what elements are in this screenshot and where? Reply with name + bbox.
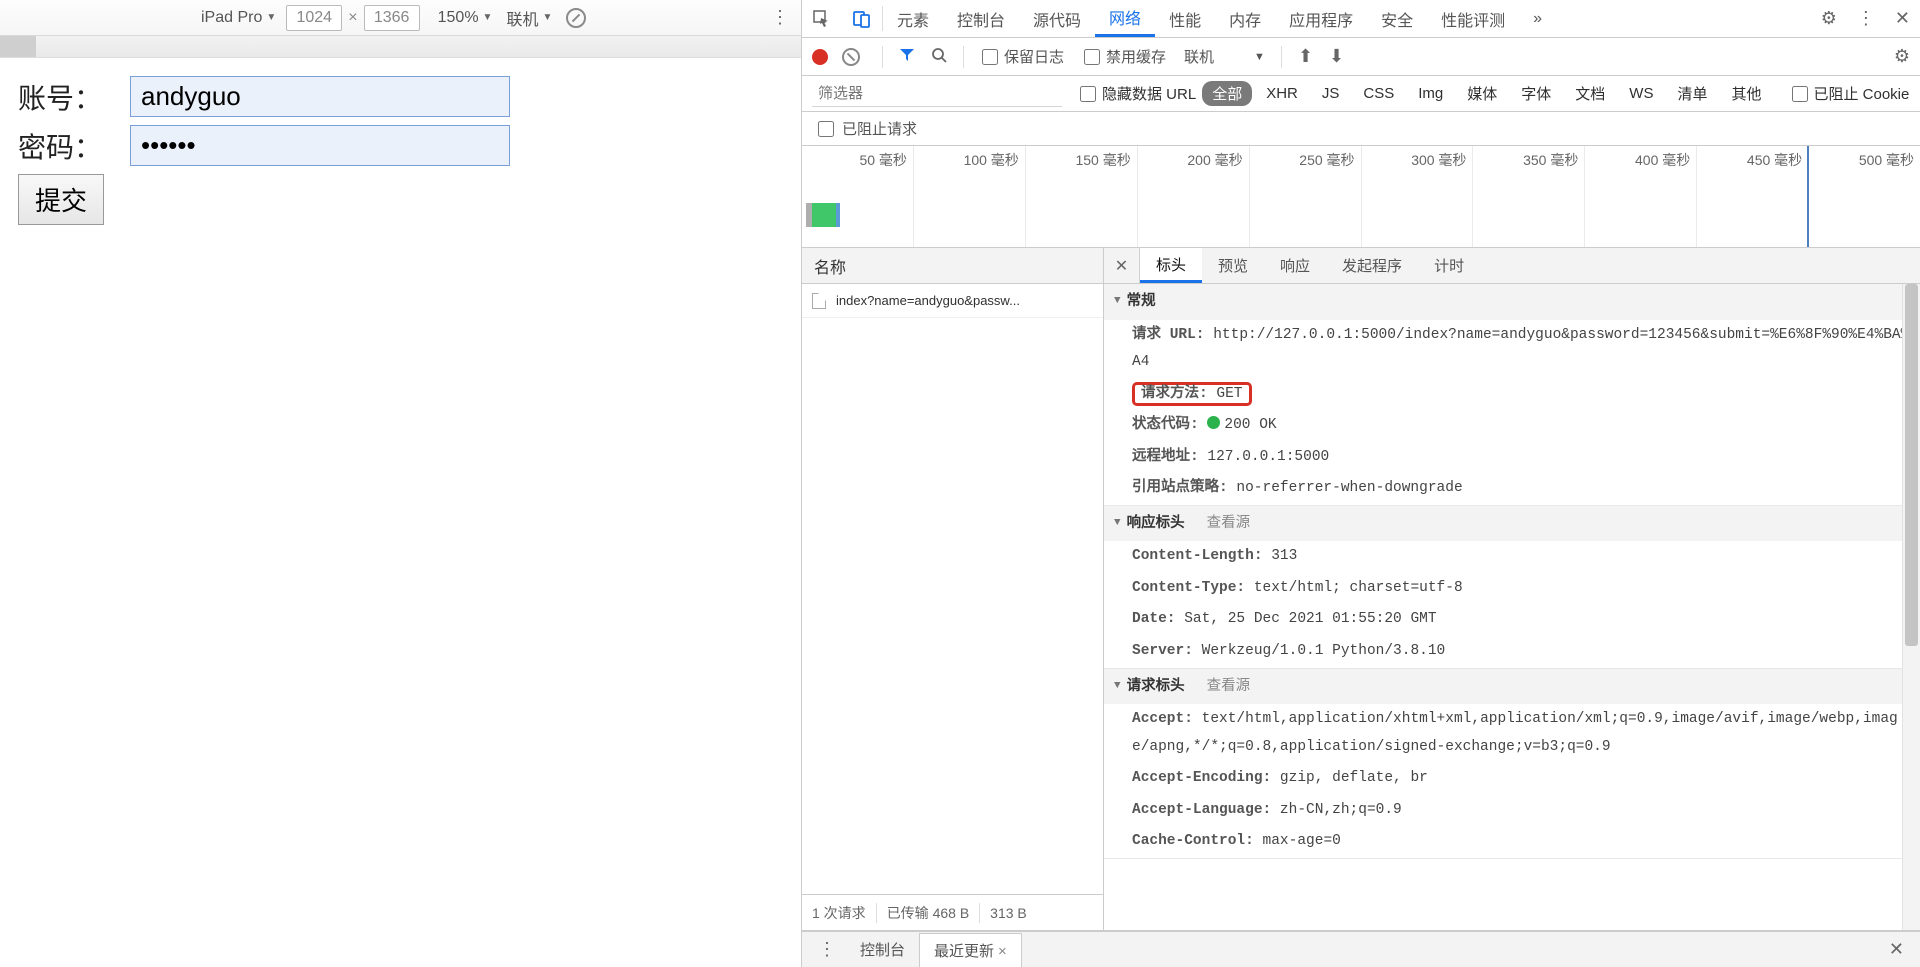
blocked-requests-label: 已阻止请求 <box>842 118 917 139</box>
timeline-label: 200 毫秒 <box>1187 150 1242 170</box>
drawer-tab-close-icon[interactable]: × <box>998 943 1007 960</box>
scrollbar[interactable] <box>1902 284 1920 930</box>
account-label: 账号： <box>18 77 130 117</box>
timeline[interactable]: 50 毫秒 100 毫秒 150 毫秒 200 毫秒 250 毫秒 300 毫秒 350 毫… <box>802 146 1920 248</box>
height-input[interactable]: 1366 <box>364 5 420 31</box>
detail-tab-响应[interactable]: 响应 <box>1264 248 1326 283</box>
search-icon[interactable] <box>931 47 947 67</box>
filter-chip-媒体[interactable]: 媒体 <box>1457 81 1507 106</box>
detail-tabs: ✕ 标头预览响应发起程序计时 <box>1104 248 1920 284</box>
timeline-label: 300 毫秒 <box>1411 150 1466 170</box>
submit-button[interactable]: 提交 <box>18 174 104 225</box>
detail-tab-计时[interactable]: 计时 <box>1418 248 1480 283</box>
timeline-label: 250 毫秒 <box>1299 150 1354 170</box>
drawer-tab-最近更新[interactable]: 最近更新× <box>919 933 1022 967</box>
filter-chip-WS[interactable]: WS <box>1619 83 1663 104</box>
detail-pane: ✕ 标头预览响应发起程序计时 ▼常规请求 URL: http://127.0.0… <box>1104 248 1920 930</box>
filter-chip-XHR[interactable]: XHR <box>1256 83 1308 104</box>
hide-data-urls-checkbox[interactable]: 隐藏数据 URL <box>1080 83 1196 104</box>
device-mode-icon[interactable] <box>842 0 882 37</box>
inspect-icon[interactable] <box>802 0 842 37</box>
zoom-select[interactable]: 150%▼ <box>438 9 493 27</box>
download-icon[interactable]: ⬇ <box>1329 46 1344 67</box>
blocked-requests-checkbox[interactable] <box>818 121 834 137</box>
tab-安全[interactable]: 安全 <box>1367 0 1427 37</box>
filter-chip-清单[interactable]: 清单 <box>1667 81 1717 106</box>
filter-chip-JS[interactable]: JS <box>1312 83 1350 104</box>
drawer: ⋮ 控制台最近更新× ✕ <box>802 931 1920 967</box>
gear-icon[interactable]: ⚙ <box>1811 0 1847 37</box>
rotate-icon[interactable] <box>566 8 586 28</box>
dimension-x: × <box>348 9 357 27</box>
devtools-tabs: 元素控制台源代码网络性能内存应用程序安全性能评测 » ⚙ ⋮ ✕ <box>802 0 1920 38</box>
ruler <box>0 36 801 58</box>
login-form: 账号： 密码： 提交 <box>0 58 801 243</box>
footer-size: 313 B <box>980 905 1037 921</box>
drawer-menu-icon[interactable]: ⋮ <box>818 939 836 960</box>
request-row[interactable]: index?name=andyguo&passw... <box>802 284 1103 318</box>
close-detail-icon[interactable]: ✕ <box>1104 248 1140 283</box>
password-label: 密码： <box>18 126 130 166</box>
drawer-tab-控制台[interactable]: 控制台 <box>846 933 919 967</box>
timeline-label: 400 毫秒 <box>1635 150 1690 170</box>
request-names-pane: 名称 index?name=andyguo&passw... 1 次请求 已传输… <box>802 248 1104 930</box>
drawer-close-icon[interactable]: ✕ <box>1889 939 1904 960</box>
record-icon[interactable] <box>812 49 828 65</box>
tabs-overflow[interactable]: » <box>1519 0 1556 37</box>
filter-icon[interactable] <box>899 47 915 67</box>
blocked-bar: 已阻止请求 <box>802 112 1920 146</box>
timeline-label: 150 毫秒 <box>1075 150 1130 170</box>
tab-元素[interactable]: 元素 <box>883 0 943 37</box>
gear-icon[interactable]: ⚙ <box>1894 46 1910 67</box>
preserve-log-checkbox[interactable]: 保留日志 <box>982 46 1064 67</box>
tab-应用程序[interactable]: 应用程序 <box>1275 0 1367 37</box>
tab-网络[interactable]: 网络 <box>1095 0 1155 37</box>
filter-bar: 隐藏数据 URL 全部XHRJSCSSImg媒体字体文档WS清单其他 已阻止 C… <box>802 76 1920 112</box>
account-input[interactable] <box>130 76 510 117</box>
close-devtools-icon[interactable]: ✕ <box>1885 0 1920 37</box>
names-footer: 1 次请求 已传输 468 B 313 B <box>802 894 1103 930</box>
timeline-label: 50 毫秒 <box>859 150 906 170</box>
throttle-select[interactable]: 联机▼ <box>1184 46 1265 67</box>
filter-chip-文档[interactable]: 文档 <box>1565 81 1615 106</box>
filter-chip-其他[interactable]: 其他 <box>1721 81 1771 106</box>
device-select[interactable]: iPad Pro▼ <box>201 9 276 27</box>
clear-icon[interactable] <box>842 48 860 66</box>
device-toolbar: iPad Pro▼ 1024 × 1366 150%▼ 联机▼ ⋮ <box>0 0 801 36</box>
filter-chip-CSS[interactable]: CSS <box>1353 83 1404 104</box>
tab-控制台[interactable]: 控制台 <box>943 0 1019 37</box>
kebab-icon[interactable]: ⋮ <box>1847 0 1885 37</box>
filter-chip-全部[interactable]: 全部 <box>1202 81 1252 106</box>
tab-性能[interactable]: 性能 <box>1155 0 1215 37</box>
network-select[interactable]: 联机▼ <box>506 6 552 30</box>
timeline-label: 350 毫秒 <box>1523 150 1578 170</box>
filter-chip-字体[interactable]: 字体 <box>1511 81 1561 106</box>
tab-内存[interactable]: 内存 <box>1215 0 1275 37</box>
timeline-label: 450 毫秒 <box>1747 150 1802 170</box>
blocked-cookies-checkbox[interactable]: 已阻止 Cookie <box>1792 83 1910 104</box>
more-icon[interactable]: ⋮ <box>771 7 791 28</box>
names-header[interactable]: 名称 <box>802 248 1103 284</box>
filter-input[interactable] <box>812 81 1062 107</box>
detail-tab-发起程序[interactable]: 发起程序 <box>1326 248 1418 283</box>
timeline-label: 100 毫秒 <box>964 150 1019 170</box>
tab-性能评测[interactable]: 性能评测 <box>1427 0 1519 37</box>
network-toolbar: 保留日志 禁用缓存 联机▼ ⬆ ⬇ ⚙ <box>802 38 1920 76</box>
detail-tab-预览[interactable]: 预览 <box>1202 248 1264 283</box>
timeline-label: 500 毫秒 <box>1859 150 1914 170</box>
width-input[interactable]: 1024 <box>286 5 342 31</box>
footer-transferred: 已传输 468 B <box>877 903 980 923</box>
detail-tab-标头[interactable]: 标头 <box>1140 248 1202 283</box>
tab-源代码[interactable]: 源代码 <box>1019 0 1095 37</box>
filter-chip-Img[interactable]: Img <box>1408 83 1453 104</box>
disable-cache-checkbox[interactable]: 禁用缓存 <box>1084 46 1166 67</box>
upload-icon[interactable]: ⬆ <box>1298 46 1313 67</box>
footer-requests: 1 次请求 <box>802 903 877 923</box>
password-input[interactable] <box>130 125 510 166</box>
